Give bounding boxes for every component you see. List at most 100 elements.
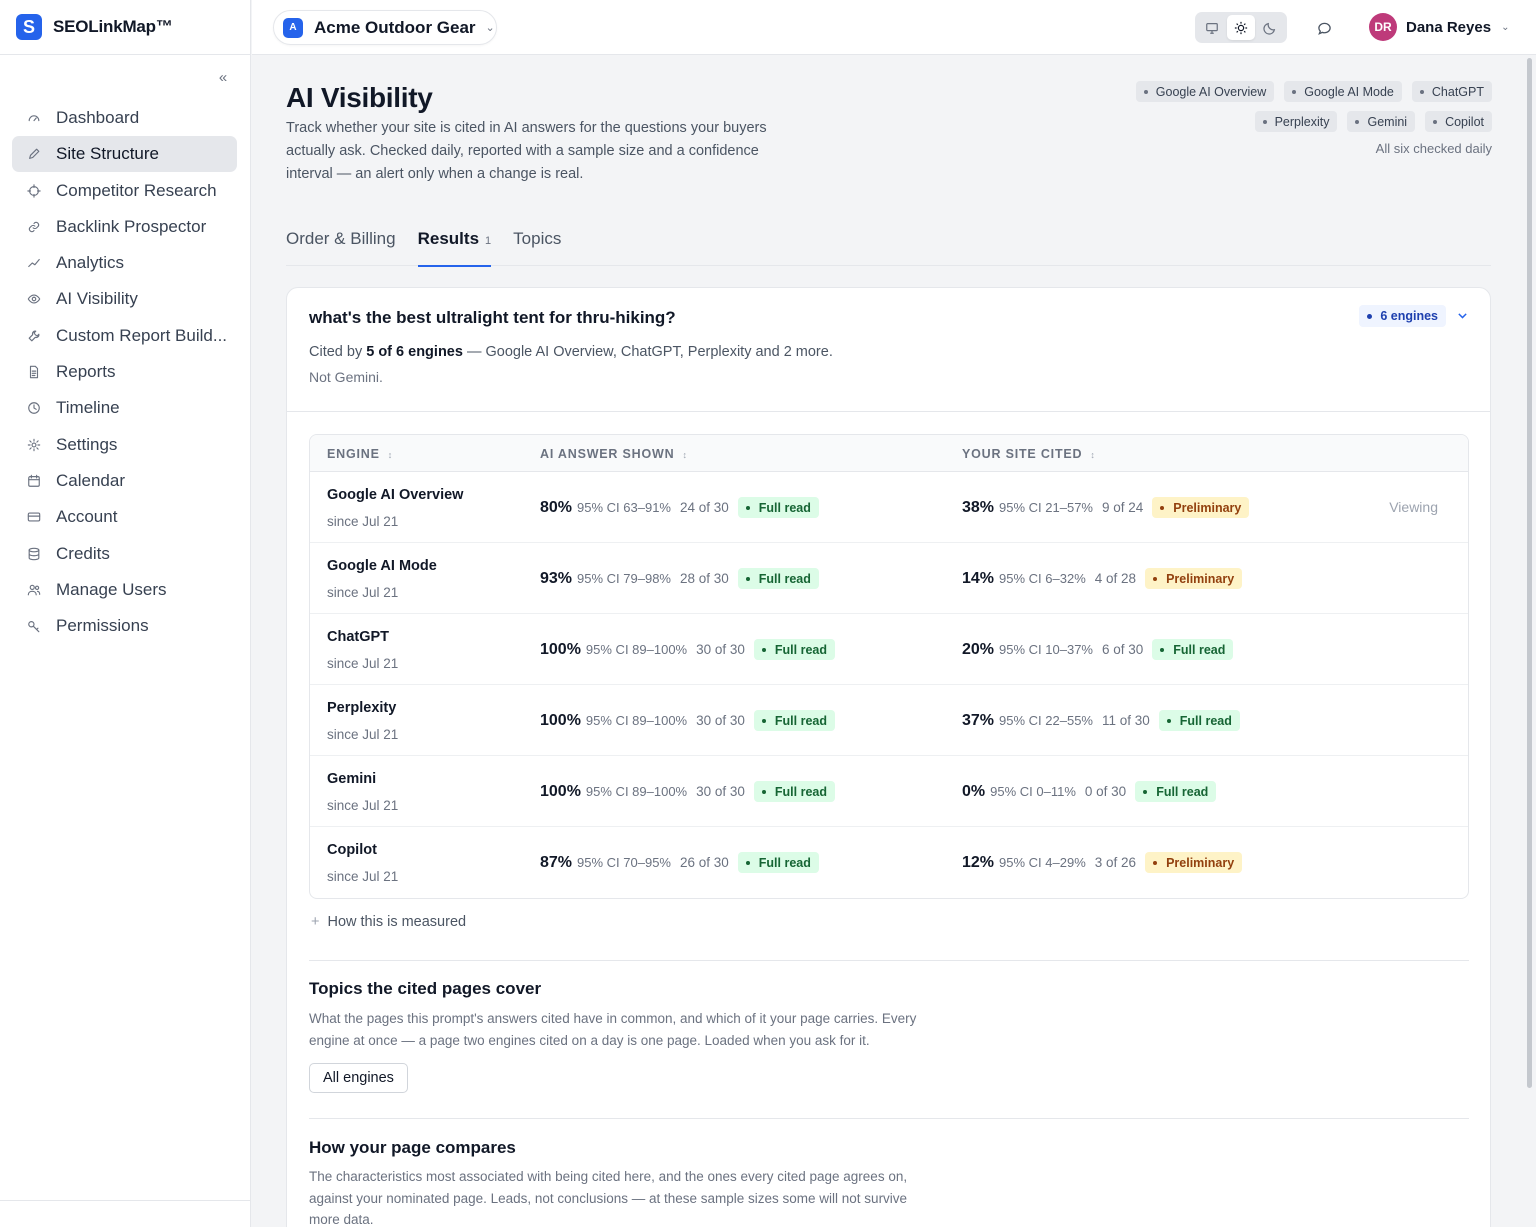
tab-count: 1 [485,235,492,247]
engine-chip-label: Google AI Overview [1155,84,1267,99]
status-dot [745,860,750,865]
sample-count: 28 of 30 [679,571,729,586]
sidebar-item-timeline[interactable]: Timeline [12,390,237,426]
status-badge-label: Full read [758,500,811,515]
table-row[interactable]: Copilot since Jul 21 87% 95% CI 70–95% 26 of… [310,827,1468,898]
tab-topics[interactable]: Topics [513,220,561,266]
table-body: Google AI Overview since Jul 21 80% 95% CI … [310,472,1468,898]
sun-icon[interactable] [1227,15,1255,40]
user-menu[interactable]: DR Dana Reyes ⌄ [1369,13,1509,41]
all-engines-button[interactable]: All engines [309,1063,408,1093]
shown-metric: 87% 95% CI 70–95% 26 of 30 Full read [540,852,819,873]
monitor-icon[interactable] [1198,15,1225,40]
status-badge-label: Preliminary [1173,500,1242,515]
sidebar-item-ai-visibility[interactable]: AI Visibility [12,281,237,317]
status-badge-label: Full read [1179,713,1232,728]
main-content: AI Visibility Track whether your site is… [252,55,1526,1227]
sample-count: 24 of 30 [679,500,729,515]
document-icon [26,364,42,380]
status-badge: Full read [1152,639,1234,660]
sidebar: S SEOLinkMap™ « Dashboard Site Structure C… [0,0,251,1227]
brand[interactable]: S SEOLinkMap™ [0,0,250,55]
project-switcher[interactable]: A Acme Outdoor Gear ⌄ [273,10,497,45]
cited-metric: 38% 95% CI 21–57% 9 of 24 Preliminary [962,497,1250,518]
sample-count: 26 of 30 [679,855,729,870]
sidebar-item-site-structure[interactable]: Site Structure [12,136,237,173]
collapse-sidebar-button[interactable]: « [214,68,232,86]
sidebar-item-calendar[interactable]: Calendar [12,463,237,499]
cited-metric: 37% 95% CI 22–55% 11 of 30 Full read [962,710,1240,731]
table-row[interactable]: Google AI Overview since Jul 21 80% 95% CI … [310,472,1468,543]
sidebar-item-dashboard[interactable]: Dashboard [12,100,237,136]
sidebar-item-analytics[interactable]: Analytics [12,245,237,281]
chevron-down-icon[interactable] [1454,307,1470,323]
cited-metric: 20% 95% CI 10–37% 6 of 30 Full read [962,639,1234,660]
engine-chip-row: Google AI Overview Google AI Mode ChatGPT [1072,81,1492,102]
shown-percent: 100% [540,782,581,800]
sidebar-item-account[interactable]: Account [12,499,237,535]
sidebar-item-label: AI Visibility [56,289,138,309]
users-icon [26,582,42,598]
table-row[interactable]: Gemini since Jul 21 100% 95% CI 89–100% 30 o… [310,756,1468,827]
sidebar-item-label: Timeline [56,398,120,418]
confidence-interval: 95% CI 6–32% [999,571,1086,586]
sidebar-item-credits[interactable]: Credits [12,536,237,572]
gear-icon [26,437,42,453]
sample-count: 4 of 28 [1094,571,1137,586]
gauge-icon [26,110,42,126]
sidebar-item-reports[interactable]: Reports [12,354,237,390]
results-table: ENGINE ↕ AI ANSWER SHOWN ↕ YOUR SITE CITED… [309,434,1469,899]
engines-pill[interactable]: 6 engines [1359,305,1446,327]
column-header-shown[interactable]: AI ANSWER SHOWN ↕ [540,447,688,461]
cited-summary: Cited by 5 of 6 engines — Google AI Over… [309,344,1468,360]
tab-results[interactable]: Results 1 [417,220,492,267]
engine-since: since Jul 21 [327,656,399,671]
sidebar-item-manage-users[interactable]: Manage Users [12,572,237,608]
how-measured-toggle[interactable]: + How this is measured [311,914,466,930]
table-row[interactable]: ChatGPT since Jul 21 100% 95% CI 89–100% 30 … [310,614,1468,685]
status-dot [1143,89,1148,94]
tab-label: Results [417,229,480,248]
key-icon [26,618,42,634]
status-badge: Full read [753,781,835,802]
engines-pill-label: 6 engines [1380,309,1438,323]
chat-icon[interactable] [1314,18,1334,38]
engine-chip: ChatGPT [1411,81,1492,102]
table-row[interactable]: Perplexity since Jul 21 100% 95% CI 89–100%… [310,685,1468,756]
confidence-interval: 95% CI 4–29% [999,855,1086,870]
sidebar-item-permissions[interactable]: Permissions [12,608,237,644]
cited-percent: 14% [962,569,995,587]
prompt-card: what's the best ultralight tent for thru… [286,287,1491,1227]
plus-icon: + [311,914,320,930]
status-dot [1143,789,1148,794]
chevron-down-icon: ⌄ [1501,21,1510,33]
pencil-icon [26,146,42,162]
column-header-cited[interactable]: YOUR SITE CITED ↕ [962,447,1096,461]
status-dot [1153,576,1158,581]
engine-name: ChatGPT [327,629,390,645]
confidence-interval: 95% CI 70–95% [577,855,671,870]
sidebar-item-competitor-research[interactable]: Competitor Research [12,173,237,209]
sidebar-item-backlink-prospector[interactable]: Backlink Prospector [12,209,237,245]
sidebar-item-custom-report-build[interactable]: Custom Report Build... [12,318,237,354]
column-header-engine[interactable]: ENGINE ↕ [327,447,393,461]
engine-chip-label: Perplexity [1274,114,1330,129]
moon-icon[interactable] [1257,15,1284,40]
status-dot [1367,313,1373,319]
cited-percent: 0% [962,782,986,800]
status-badge: Full read [737,497,819,518]
engine-chips: Google AI Overview Google AI Mode ChatGPT … [1072,81,1492,156]
status-badge-label: Full read [774,642,827,657]
engine-chip: Google AI Mode [1284,81,1402,102]
sidebar-item-settings[interactable]: Settings [12,427,237,463]
tab-order-billing[interactable]: Order & Billing [286,220,396,266]
status-dot [1419,89,1424,94]
sample-count: 3 of 26 [1094,855,1137,870]
table-row[interactable]: Google AI Mode since Jul 21 93% 95% CI 79–9… [310,543,1468,614]
sort-icon: ↕ [387,450,394,460]
page-scrollbar[interactable] [1527,58,1532,1088]
topics-section-title: Topics the cited pages cover [309,979,542,998]
engine-chip-label: ChatGPT [1431,84,1484,99]
status-dot [1166,718,1171,723]
sample-count: 0 of 30 [1084,784,1127,799]
